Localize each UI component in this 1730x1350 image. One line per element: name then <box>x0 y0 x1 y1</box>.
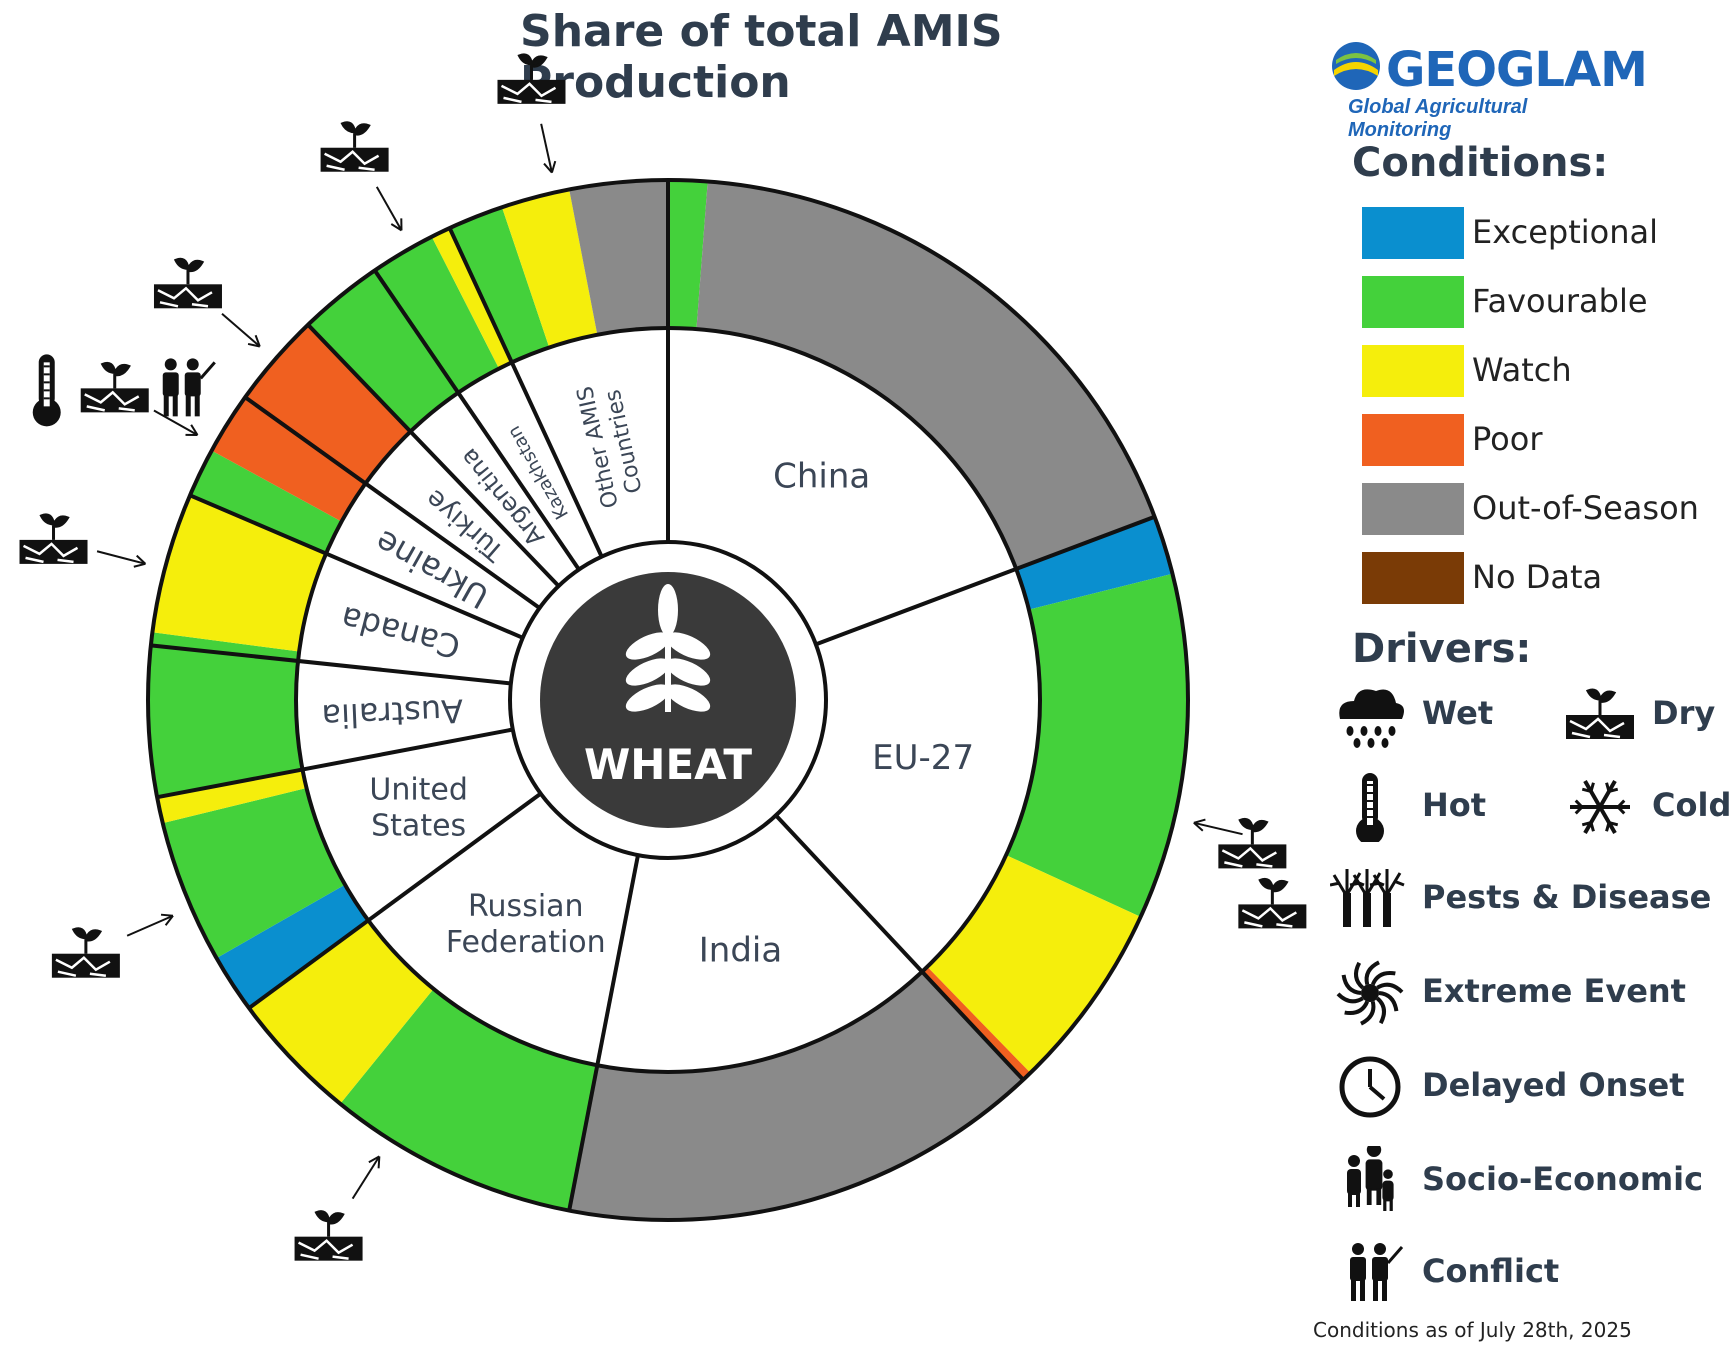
dry-icon <box>294 1210 363 1261</box>
logo-tagline: Global Agricultural Monitoring <box>1348 96 1528 141</box>
driver-label: Socio-Economic <box>1422 1160 1704 1198</box>
dry-icon <box>1238 877 1307 929</box>
dry-icon <box>1566 688 1634 739</box>
driver-label: Dry <box>1652 694 1716 732</box>
annotation-arrowhead <box>368 1155 381 1169</box>
dry-icon <box>19 513 88 564</box>
drivers-heading: Drivers: <box>1352 626 1532 672</box>
annotation-arrow <box>351 1155 381 1200</box>
driver-label: Delayed Onset <box>1422 1066 1685 1104</box>
legend-panel: GEOGLAM Global Agricultural Monitoring C… <box>1320 0 1730 1350</box>
driver-label: Pests & Disease <box>1422 878 1712 916</box>
driver-label: Cold <box>1652 786 1730 824</box>
legend-swatch <box>1362 207 1464 259</box>
dry-icon <box>80 361 149 413</box>
label-united-states: United States <box>369 772 468 843</box>
legend-label: Watch <box>1472 351 1572 389</box>
legend-label: Exceptional <box>1472 213 1658 251</box>
driver-label: Extreme Event <box>1422 972 1686 1010</box>
delayed-onset-icon <box>1339 1056 1401 1118</box>
legend-label: Favourable <box>1472 282 1648 320</box>
socio-economic-icon <box>1347 1146 1394 1211</box>
wet-icon <box>1339 689 1404 748</box>
pests-disease-icon <box>1330 869 1405 927</box>
cold-icon <box>1570 780 1630 834</box>
center-emblem: WHEAT <box>540 572 796 828</box>
annotation-arrow <box>375 186 403 231</box>
dry-icon <box>320 121 389 172</box>
legend-swatch <box>1362 414 1464 466</box>
annotation-arrow <box>221 313 261 348</box>
logo-name: GEOGLAM <box>1386 42 1648 98</box>
label-russian-federation: Russian Federation <box>446 888 606 959</box>
wheat-conditions-chart: China EU-27 India Russian Federation United St… <box>19 53 1307 1261</box>
label-eu-27: EU-27 <box>872 738 974 778</box>
legend-swatch <box>1362 276 1464 328</box>
dry-icon <box>497 53 566 104</box>
footnote: Conditions as of July 28th, 2025 <box>1313 1318 1632 1342</box>
legend-label: No Data <box>1472 558 1603 596</box>
hot-icon <box>1356 773 1384 842</box>
legend-swatch <box>1362 552 1464 604</box>
driver-label: Hot <box>1422 786 1487 824</box>
crop-label: WHEAT <box>584 740 752 789</box>
conflict-icon <box>1350 1243 1404 1301</box>
driver-label: Wet <box>1422 694 1494 732</box>
dry-icon <box>51 927 120 978</box>
conflict-icon <box>162 358 216 417</box>
driver-label: Conflict <box>1422 1252 1560 1290</box>
label-china: China <box>773 456 870 496</box>
annotation-arrow <box>126 914 174 937</box>
legend-swatch <box>1362 483 1464 535</box>
extreme-event-icon <box>1336 960 1404 1026</box>
legend-label: Poor <box>1472 420 1543 458</box>
conditions-heading: Conditions: <box>1352 140 1609 186</box>
legend-swatch <box>1362 345 1464 397</box>
geoglam-logo: GEOGLAM Global Agricultural Monitoring <box>1330 38 1648 141</box>
dry-icon <box>1218 817 1287 869</box>
label-australia: Australia <box>321 692 464 736</box>
label-india: India <box>699 930 782 970</box>
dry-icon <box>153 257 222 309</box>
globe-icon <box>1332 42 1380 90</box>
legend-label: Out-of-Season <box>1472 489 1699 527</box>
hot-icon <box>32 354 61 427</box>
